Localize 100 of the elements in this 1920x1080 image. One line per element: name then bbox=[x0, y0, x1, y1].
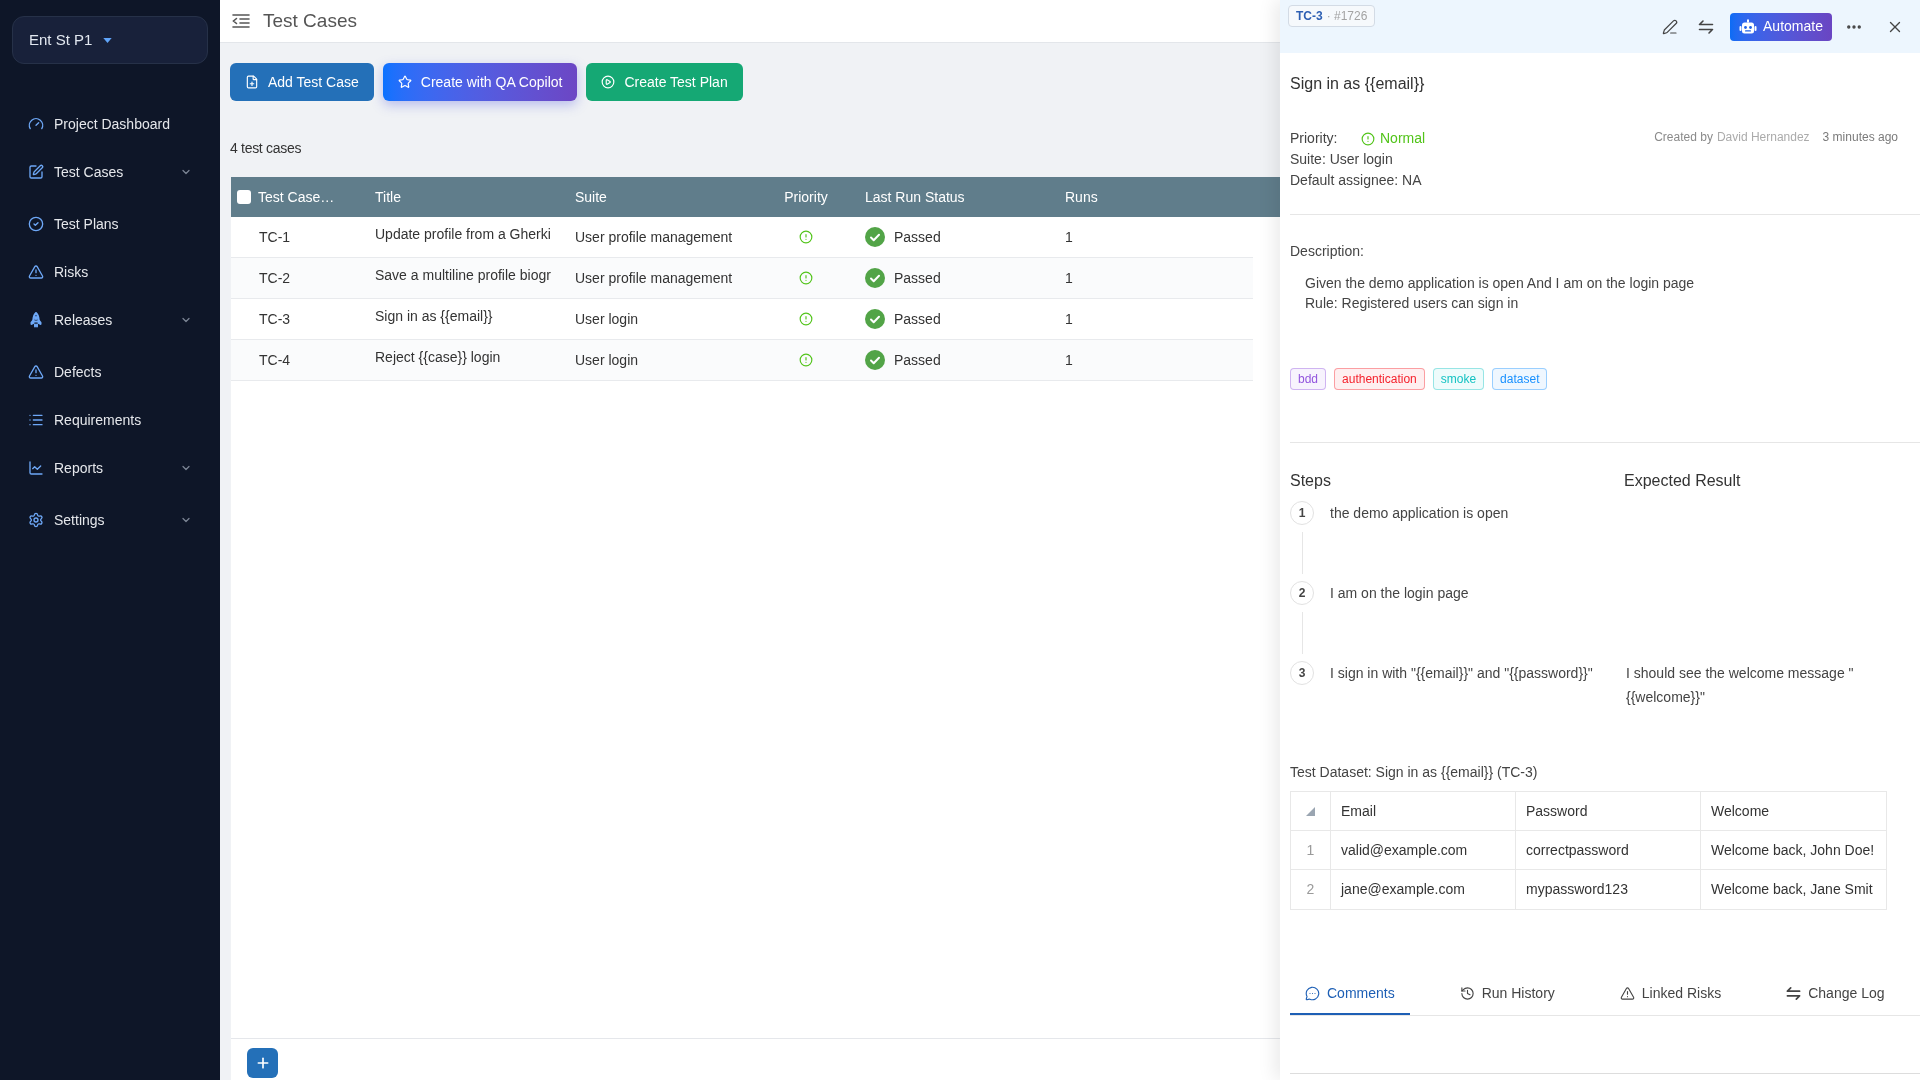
description-text: Rule: Registered users can sign in bbox=[1305, 294, 1520, 313]
page-title: Test Cases bbox=[263, 8, 357, 33]
column-header[interactable]: Title bbox=[375, 186, 575, 208]
priority-value: Normal bbox=[1380, 129, 1426, 148]
settings-icon bbox=[28, 512, 44, 528]
line-chart-icon bbox=[28, 460, 44, 476]
column-header: Welcome bbox=[1710, 801, 1771, 821]
play-circle-icon bbox=[601, 75, 616, 89]
column-header[interactable]: Priority bbox=[760, 186, 852, 208]
tag: authentication bbox=[1334, 368, 1425, 390]
swap-icon[interactable] bbox=[1698, 18, 1714, 35]
table-cell-text: Passed bbox=[894, 227, 941, 247]
tab[interactable]: Run History bbox=[1444, 973, 1570, 1015]
table-cell: mypassword123 bbox=[1516, 870, 1701, 909]
tag: smoke bbox=[1432, 368, 1485, 390]
sidebar-item[interactable]: Requirements bbox=[20, 400, 152, 440]
table-cell: valid@example.com bbox=[1331, 831, 1516, 869]
list-icon bbox=[28, 412, 44, 428]
row-number: 1 bbox=[1291, 831, 1331, 869]
select-all-checkbox[interactable] bbox=[237, 190, 251, 204]
author-name: David Hernandez bbox=[1716, 129, 1810, 146]
pen-square-icon bbox=[28, 164, 44, 180]
table-cell-text: Save a multiline profile biogr bbox=[375, 266, 552, 285]
column-header[interactable]: Test Case… bbox=[258, 186, 335, 208]
add-button[interactable] bbox=[247, 1048, 278, 1078]
description-label: Description: bbox=[1290, 242, 1365, 261]
table-cell-text: TC-3 bbox=[258, 309, 292, 329]
caret-down-icon bbox=[103, 37, 113, 43]
warning-icon bbox=[1619, 985, 1635, 1001]
table-cell-text: Welcome back, John Doe! bbox=[1710, 840, 1876, 860]
column-header[interactable]: Suite bbox=[575, 186, 760, 208]
section-heading: Expected Result bbox=[1624, 471, 1741, 491]
step-text: I sign in with "{{email}}" and "{{password}}" bbox=[1330, 664, 1593, 683]
suite-text: Suite: User login bbox=[1290, 150, 1394, 169]
action-button[interactable]: Add Test Case bbox=[230, 63, 374, 101]
result-count: 4 test cases bbox=[229, 139, 303, 158]
case-number: · #1726 bbox=[1326, 8, 1368, 25]
case-title: Sign in as {{email}} bbox=[1290, 74, 1426, 94]
table-cell-text: User profile management bbox=[575, 268, 734, 288]
corner-triangle-icon bbox=[1306, 806, 1315, 816]
automate-button[interactable]: Automate bbox=[1730, 12, 1832, 41]
assignee-text: Default assignee: NA bbox=[1290, 171, 1423, 190]
table-cell-text: TC-1 bbox=[258, 227, 292, 247]
sidebar-item[interactable]: Test Plans bbox=[20, 204, 129, 244]
case-id: TC-3 bbox=[1296, 8, 1323, 25]
table-cell-text: TC-2 bbox=[258, 268, 292, 288]
dataset-title: Test Dataset: Sign in as {{email}} (TC-3) bbox=[1290, 763, 1539, 782]
table-cell-text: 1 bbox=[1064, 309, 1074, 329]
table-cell-text: 1 bbox=[1064, 227, 1074, 247]
pen-icon[interactable] bbox=[1662, 18, 1678, 35]
created-time: 3 minutes ago bbox=[1822, 129, 1898, 146]
table-cell-text: Passed bbox=[894, 268, 941, 288]
warning-icon bbox=[28, 364, 44, 380]
table-cell-text: 1 bbox=[1064, 268, 1074, 288]
tab[interactable]: Comments bbox=[1290, 973, 1410, 1015]
table-cell-text: User profile management bbox=[575, 227, 734, 247]
star-icon bbox=[397, 75, 412, 89]
swap-icon bbox=[1786, 985, 1802, 1001]
row-number: 2 bbox=[1291, 870, 1331, 909]
sidebar-item[interactable]: Project Dashboard bbox=[20, 104, 180, 144]
menu-icon[interactable] bbox=[232, 14, 250, 28]
table-cell-text: User login bbox=[575, 309, 640, 329]
action-button[interactable]: Create with QA Copilot bbox=[382, 63, 578, 101]
step-text: the demo application is open bbox=[1330, 504, 1509, 523]
warning-icon bbox=[28, 264, 44, 280]
table-cell: correctpassword bbox=[1516, 831, 1701, 869]
step-text: I am on the login page bbox=[1330, 584, 1469, 603]
sidebar-item[interactable]: Risks bbox=[20, 252, 99, 292]
sidebar-item[interactable]: Defects bbox=[20, 352, 112, 392]
sidebar-item[interactable]: Test Cases bbox=[20, 152, 134, 192]
table-cell-text: Passed bbox=[894, 309, 941, 329]
table-cell-text: 1 bbox=[1064, 350, 1074, 370]
table-cell-text: Reject {{case}} login bbox=[375, 348, 502, 367]
table-cell-text: Sign in as {{email}} bbox=[375, 307, 494, 326]
tab[interactable]: Change Log bbox=[1771, 973, 1900, 1015]
section-heading: Steps bbox=[1290, 471, 1332, 491]
table-cell-text: TC-4 bbox=[258, 350, 292, 370]
table-cell-text: Passed bbox=[894, 350, 941, 370]
table-cell-text: Update profile from a Gherki bbox=[375, 225, 552, 244]
column-header: Password bbox=[1516, 792, 1701, 830]
sidebar-item[interactable]: Reports bbox=[20, 448, 114, 488]
field-label: Priority: bbox=[1290, 129, 1339, 148]
project-selector[interactable]: Ent St P1 bbox=[12, 16, 208, 64]
check-circle-icon bbox=[28, 216, 44, 232]
file-plus-icon bbox=[245, 75, 259, 89]
tag: dataset bbox=[1492, 368, 1548, 390]
history-icon bbox=[1459, 985, 1475, 1001]
column-header[interactable]: Last Run Status bbox=[852, 186, 1052, 208]
sidebar-item[interactable]: Settings bbox=[20, 500, 115, 540]
table-cell-text: Welcome back, Jane Smit bbox=[1710, 880, 1874, 899]
sidebar-item[interactable]: Releases bbox=[20, 300, 123, 340]
column-header: Email bbox=[1331, 792, 1516, 830]
column-header[interactable]: Runs bbox=[1052, 186, 1280, 208]
created-by-label: Created by bbox=[1654, 129, 1713, 146]
table-cell-text: User login bbox=[575, 350, 640, 370]
robot-icon bbox=[1739, 18, 1758, 35]
expected-text: I should see the welcome message " {{welcome}}" bbox=[1625, 664, 1855, 707]
gauge-icon bbox=[28, 116, 44, 132]
tab[interactable]: Linked Risks bbox=[1604, 973, 1737, 1015]
chat-bubble-icon bbox=[1305, 985, 1320, 1001]
